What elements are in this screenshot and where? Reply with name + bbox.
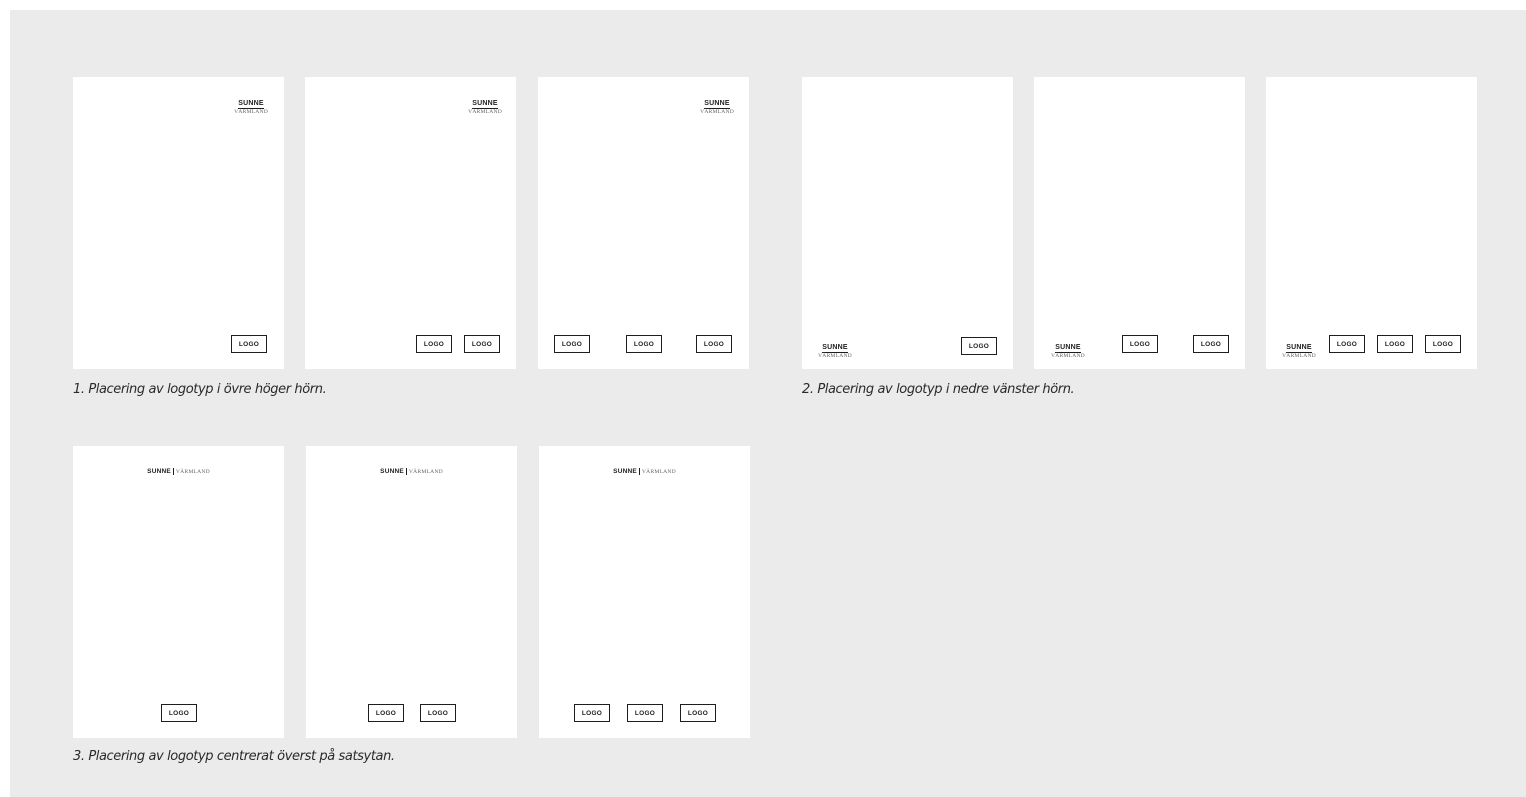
sunne-varmland-logo: SUNNE VÄRMLAND [306, 461, 517, 477]
page-example-3b: SUNNE VÄRMLAND LOGO LOGO [306, 446, 517, 738]
sunne-varmland-logo: SUNNE VÄRMLAND [1282, 337, 1316, 360]
brand-top-text: SUNNE [613, 468, 640, 475]
logo-placeholder: LOGO [420, 704, 456, 722]
brand-top-text: SUNNE [147, 468, 174, 475]
brand-bottom-text: VÄRMLAND [468, 109, 502, 115]
brand-bottom-text: VÄRMLAND [641, 469, 676, 475]
sunne-varmland-logo: SUNNE VÄRMLAND [700, 93, 734, 116]
logo-placeholder: LOGO [696, 335, 732, 353]
brand-top-text: SUNNE [1055, 344, 1081, 353]
sunne-varmland-logo: SUNNE VÄRMLAND [234, 93, 268, 116]
brand-bottom-text: VÄRMLAND [818, 353, 852, 359]
brand-bottom-text: VÄRMLAND [234, 109, 268, 115]
logo-placeholder: LOGO [554, 335, 590, 353]
brand-top-text: SUNNE [238, 100, 264, 109]
logo-placeholder: LOGO [464, 335, 500, 353]
page-example-2c: SUNNE VÄRMLAND LOGO LOGO LOGO [1266, 77, 1477, 369]
caption-section-2: 2. Placering av logotyp i nedre vänster … [802, 382, 1075, 397]
page-example-1b: SUNNE VÄRMLAND LOGO LOGO [305, 77, 516, 369]
logo-placeholder: LOGO [161, 704, 197, 722]
logo-placeholder: LOGO [626, 335, 662, 353]
sunne-varmland-logo: SUNNE VÄRMLAND [468, 93, 502, 116]
brand-top-text: SUNNE [822, 344, 848, 353]
layout-examples-panel: SUNNE VÄRMLAND LOGO SUNNE VÄRMLAND LOGO … [10, 10, 1526, 797]
page-example-3c: SUNNE VÄRMLAND LOGO LOGO LOGO [539, 446, 750, 738]
sunne-varmland-logo: SUNNE VÄRMLAND [73, 461, 284, 477]
brand-top-text: SUNNE [380, 468, 407, 475]
logo-placeholder: LOGO [1193, 335, 1229, 353]
logo-placeholder: LOGO [680, 704, 716, 722]
logo-placeholder: LOGO [231, 335, 267, 353]
brand-bottom-text: VÄRMLAND [1051, 353, 1085, 359]
caption-section-3: 3. Placering av logotyp centrerat överst… [73, 749, 395, 764]
brand-bottom-text: VÄRMLAND [408, 469, 443, 475]
sunne-varmland-logo: SUNNE VÄRMLAND [818, 337, 852, 360]
brand-top-text: SUNNE [1286, 344, 1312, 353]
sunne-varmland-logo: SUNNE VÄRMLAND [1051, 337, 1085, 360]
sunne-varmland-logo: SUNNE VÄRMLAND [539, 461, 750, 477]
page-example-1a: SUNNE VÄRMLAND LOGO [73, 77, 284, 369]
logo-placeholder: LOGO [961, 337, 997, 355]
logo-placeholder: LOGO [416, 335, 452, 353]
brand-top-text: SUNNE [472, 100, 498, 109]
logo-placeholder: LOGO [1377, 335, 1413, 353]
logo-placeholder: LOGO [627, 704, 663, 722]
page-example-1c: SUNNE VÄRMLAND LOGO LOGO LOGO [538, 77, 749, 369]
caption-section-1: 1. Placering av logotyp i övre höger hör… [73, 382, 327, 397]
logo-placeholder: LOGO [574, 704, 610, 722]
brand-bottom-text: VÄRMLAND [175, 469, 210, 475]
logo-placeholder: LOGO [368, 704, 404, 722]
brand-bottom-text: VÄRMLAND [700, 109, 734, 115]
page-example-2a: SUNNE VÄRMLAND LOGO [802, 77, 1013, 369]
logo-placeholder: LOGO [1122, 335, 1158, 353]
brand-top-text: SUNNE [704, 100, 730, 109]
brand-bottom-text: VÄRMLAND [1282, 353, 1316, 359]
logo-placeholder: LOGO [1425, 335, 1461, 353]
logo-placeholder: LOGO [1329, 335, 1365, 353]
page-example-2b: SUNNE VÄRMLAND LOGO LOGO [1034, 77, 1245, 369]
page-example-3a: SUNNE VÄRMLAND LOGO [73, 446, 284, 738]
